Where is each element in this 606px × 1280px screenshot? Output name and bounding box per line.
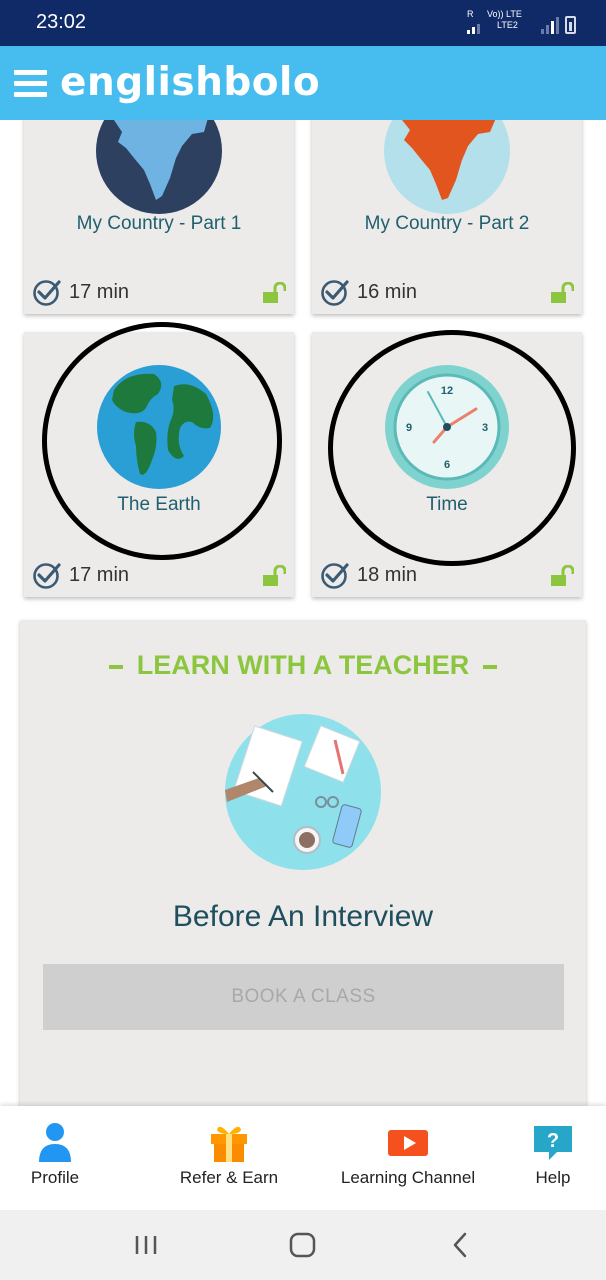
back-icon[interactable]	[440, 1230, 480, 1260]
lesson-duration: 16 min	[357, 281, 418, 303]
nav-item-learning-channel[interactable]: Learning Channel	[338, 1106, 478, 1210]
check-circle-icon	[33, 563, 61, 589]
nav-item-profile[interactable]: Profile	[0, 1106, 110, 1210]
lesson-duration: 17 min	[69, 281, 130, 303]
signal-1-icon: R	[467, 10, 481, 34]
unlock-icon	[551, 282, 574, 303]
interview-desk-illustration-icon	[225, 714, 381, 870]
status-time: 23:02	[36, 11, 87, 33]
volte-label: Vo)) LTE	[487, 9, 522, 19]
india-map-dark-circle-icon	[96, 120, 222, 214]
unlock-icon	[263, 282, 286, 303]
carrier-label: R	[467, 9, 474, 19]
status-bar: 23:02 R Vo)) LTE LTE2	[0, 0, 606, 46]
unlock-icon	[551, 565, 574, 586]
help-chat-icon: ?	[534, 1126, 572, 1160]
app-header: englishbolo	[0, 46, 606, 120]
unlock-icon	[263, 565, 286, 586]
lesson-list[interactable]: My Country - Part 1 17 min My Country - …	[0, 120, 606, 1106]
nav-label: Refer & Earn	[179, 1168, 279, 1187]
lte2-label: LTE2	[497, 20, 518, 30]
status-icons: R Vo)) LTE LTE2	[467, 10, 576, 34]
heading-dash-left	[108, 664, 123, 669]
section-heading-text: LEARN WITH A TEACHER	[136, 650, 470, 680]
signal-bars-1-icon	[467, 22, 480, 34]
lesson-footer: 17 min	[32, 278, 286, 306]
volte-icon: Vo)) LTE LTE2	[487, 10, 535, 34]
lesson-title: My Country - Part 2	[364, 213, 530, 234]
recent-apps-icon[interactable]	[126, 1230, 166, 1260]
home-icon[interactable]	[283, 1230, 323, 1260]
check-circle-icon	[321, 563, 349, 589]
menu-icon[interactable]	[14, 70, 47, 98]
class-title: Before An Interview	[172, 900, 434, 933]
lesson-duration: 18 min	[357, 564, 418, 586]
nav-label: Profile	[30, 1168, 80, 1187]
person-icon	[39, 1123, 71, 1162]
signal-bars-2-icon	[541, 16, 559, 34]
brand-logo: englishbolo	[60, 60, 321, 105]
nav-item-help[interactable]: ? Help	[510, 1106, 596, 1210]
check-circle-icon	[33, 280, 61, 306]
india-map-orange-icon	[384, 120, 510, 214]
gift-icon	[211, 1126, 247, 1162]
svg-text:?: ?	[547, 1130, 559, 1152]
lesson-footer: 17 min	[32, 561, 286, 589]
section-heading: LEARN WITH A TEACHER	[20, 650, 586, 681]
battery-icon	[565, 16, 576, 34]
lesson-card-my-country-part-2[interactable]: My Country - Part 2 16 min	[312, 120, 582, 314]
lesson-footer: 16 min	[320, 278, 574, 306]
annotation-circle-time	[328, 330, 576, 566]
book-class-button[interactable]: BOOK A CLASS	[43, 964, 564, 1030]
nav-item-refer-earn[interactable]: Refer & Earn	[170, 1106, 288, 1210]
learn-with-teacher-card: LEARN WITH A TEACHER Before An Interview…	[20, 620, 586, 1106]
lesson-card-my-country-part-1[interactable]: My Country - Part 1 17 min	[24, 120, 294, 314]
nav-label: Learning Channel	[340, 1168, 476, 1187]
lesson-title: My Country - Part 1	[76, 213, 242, 234]
bottom-nav: Profile Refer & Earn Learning Channel ? …	[0, 1106, 606, 1210]
system-nav-bar	[0, 1210, 606, 1280]
annotation-circle-earth	[42, 322, 282, 560]
check-circle-icon	[321, 280, 349, 306]
play-video-icon	[388, 1130, 428, 1156]
nav-label: Help	[535, 1168, 571, 1187]
heading-dash-right	[483, 664, 498, 669]
lesson-duration: 17 min	[69, 564, 130, 586]
